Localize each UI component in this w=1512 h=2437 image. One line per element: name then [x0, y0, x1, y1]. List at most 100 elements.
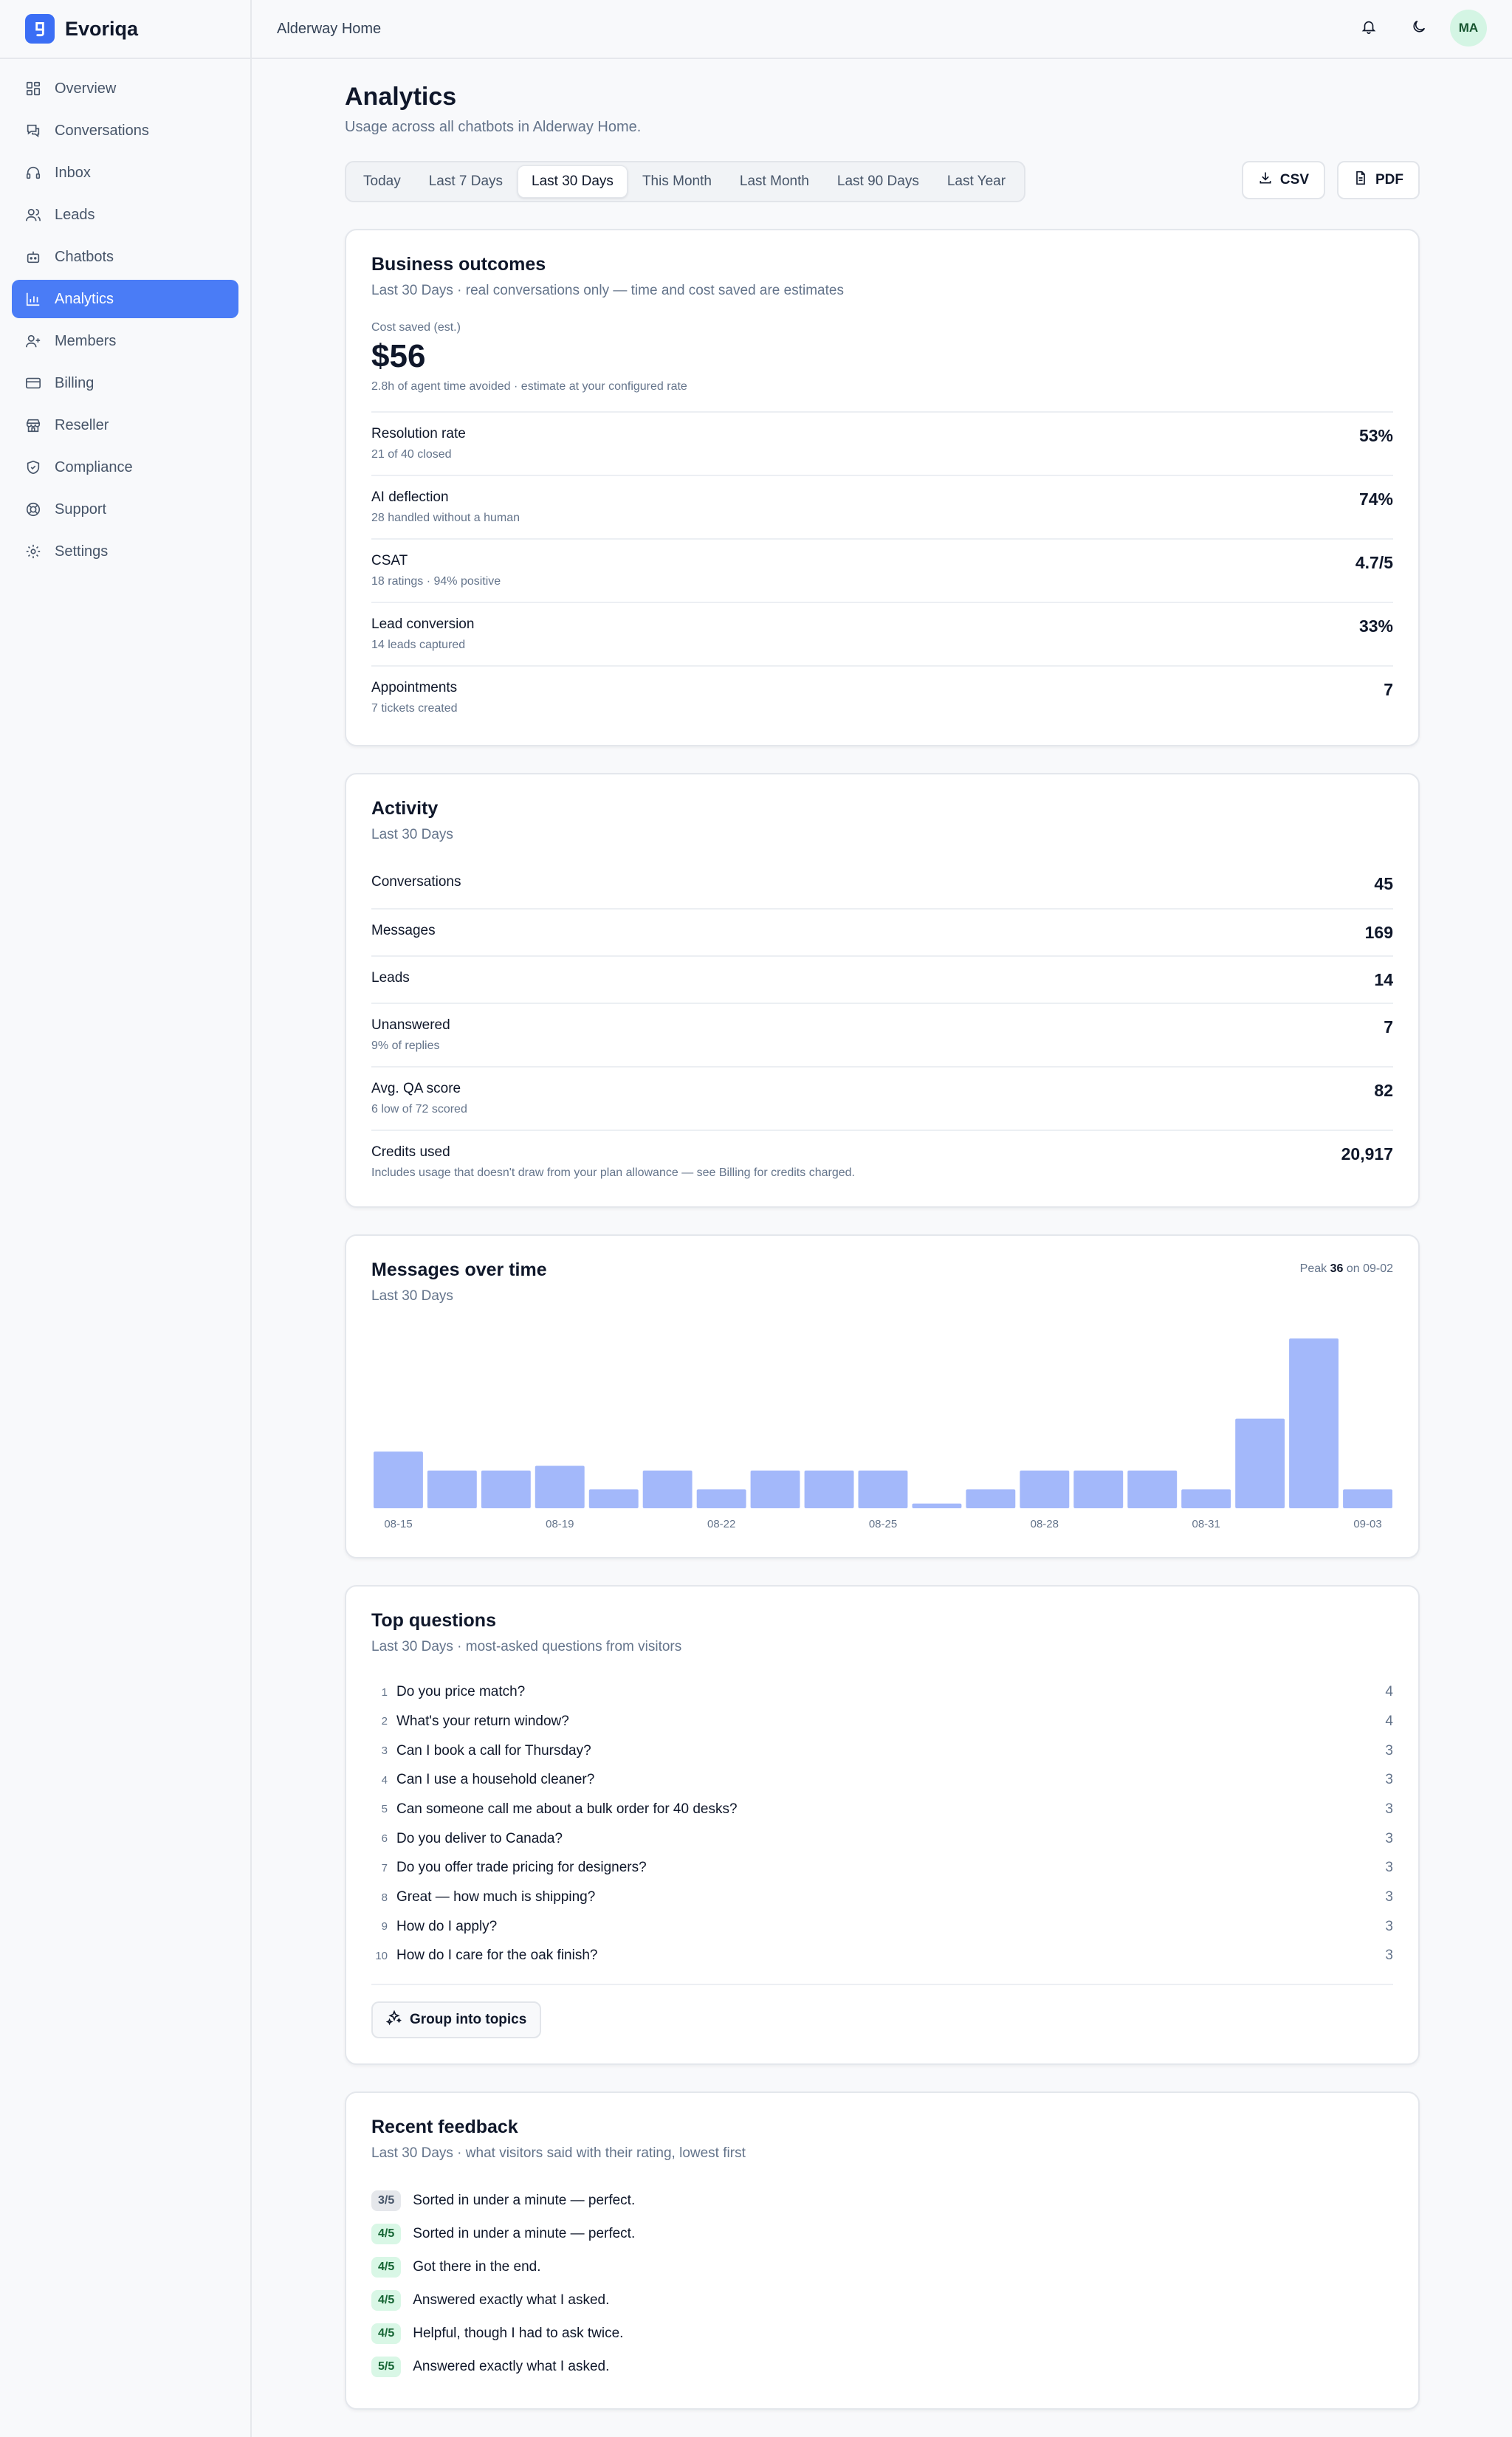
list-item[interactable]: 8 Great — how much is shipping? 3: [371, 1883, 1393, 1912]
chart-bar[interactable]: [804, 1471, 854, 1509]
tab-last-month[interactable]: Last Month: [726, 165, 822, 198]
sidebar-item-settings[interactable]: Settings: [12, 532, 238, 571]
question-text: Can I book a call for Thursday?: [396, 1742, 591, 1759]
question-rank: 6: [381, 1832, 388, 1846]
list-item[interactable]: 5 Can someone call me about a bulk order …: [371, 1795, 1393, 1824]
sidebar-item-reseller[interactable]: Reseller: [12, 406, 238, 444]
chart-bar[interactable]: [1343, 1489, 1392, 1509]
metric-value: 33%: [1358, 616, 1393, 636]
rating-badge: 4/5: [371, 2323, 402, 2344]
chart-bar[interactable]: [1181, 1489, 1231, 1509]
metric-sub: 7 tickets created: [371, 702, 458, 715]
chart-bar[interactable]: [481, 1471, 531, 1509]
list-item[interactable]: 4/5 Helpful, though I had to ask twice.: [371, 2317, 1393, 2350]
tab-last-year[interactable]: Last Year: [934, 165, 1019, 198]
notifications-button[interactable]: [1351, 10, 1386, 46]
chart-bar[interactable]: [1289, 1338, 1339, 1509]
peak-prefix: Peak: [1299, 1262, 1327, 1276]
x-tick-label: 08-25: [869, 1518, 897, 1530]
question-rank: 10: [375, 1949, 388, 1962]
list-item[interactable]: 4 Can I use a household cleaner? 3: [371, 1765, 1393, 1795]
chart-bar[interactable]: [858, 1471, 908, 1509]
list-item[interactable]: 7 Do you offer trade pricing for designer…: [371, 1854, 1393, 1883]
tab-today[interactable]: Today: [350, 165, 414, 198]
rating-badge: 4/5: [371, 2223, 402, 2244]
list-item[interactable]: 5/5 Answered exactly what I asked.: [371, 2350, 1393, 2383]
sidebar-item-overview[interactable]: Overview: [12, 69, 238, 108]
activity-row-conversations: Conversations 45: [371, 861, 1393, 908]
theme-toggle-button[interactable]: [1401, 10, 1437, 46]
list-item[interactable]: 6 Do you deliver to Canada? 3: [371, 1824, 1393, 1854]
list-item[interactable]: 3 Can I book a call for Thursday? 3: [371, 1736, 1393, 1766]
peak-indicator: Peak 36 on 09-02: [1300, 1262, 1393, 1276]
tab-last-7-days[interactable]: Last 7 Days: [416, 165, 516, 198]
tab-last-30-days[interactable]: Last 30 Days: [518, 165, 628, 198]
sidebar-item-label: Leads: [55, 206, 95, 223]
question-count: 4: [1385, 1713, 1393, 1729]
export-pdf-button[interactable]: PDF: [1337, 161, 1420, 199]
sidebar-nav: Overview Conversations Inbox Leads Chatb…: [0, 59, 250, 585]
messages-over-time-card: Messages over time Last 30 Days Peak 36 …: [345, 1234, 1420, 1559]
sidebar-item-billing[interactable]: Billing: [12, 364, 238, 402]
activity-row-qa-score: Avg. QA score 6 low of 72 scored 82: [371, 1066, 1393, 1130]
chart-bar[interactable]: [642, 1471, 693, 1509]
sidebar-item-conversations[interactable]: Conversations: [12, 111, 238, 150]
list-item[interactable]: 4/5 Got there in the end.: [371, 2250, 1393, 2283]
questions-list: 1 Do you price match? 4 2 What's your retur…: [371, 1677, 1393, 1970]
question-rank: 9: [381, 1920, 388, 1934]
sidebar-item-support[interactable]: Support: [12, 490, 238, 529]
metric-row-lead-conversion: Lead conversion 14 leads captured 33%: [371, 602, 1393, 665]
tab-this-month[interactable]: This Month: [629, 165, 725, 198]
metric-row-resolution-rate: Resolution rate 21 of 40 closed 53%: [371, 411, 1393, 475]
question-count: 3: [1385, 1772, 1393, 1788]
feedback-text: Got there in the end.: [413, 2258, 541, 2275]
activity-row-unanswered: Unanswered 9% of replies 7: [371, 1003, 1393, 1066]
x-tick-label: 08-15: [384, 1518, 412, 1530]
list-item[interactable]: 10 How do I care for the oak finish? 3: [371, 1942, 1393, 1971]
chart-bar[interactable]: [1073, 1471, 1124, 1509]
chart-bar[interactable]: [912, 1503, 962, 1509]
chart-bar[interactable]: [1127, 1471, 1178, 1509]
chart-bar[interactable]: [1020, 1471, 1070, 1509]
sidebar-item-inbox[interactable]: Inbox: [12, 154, 238, 192]
sidebar-item-leads[interactable]: Leads: [12, 196, 238, 234]
chart-bar[interactable]: [696, 1489, 746, 1509]
sidebar-item-chatbots[interactable]: Chatbots: [12, 238, 238, 276]
export-csv-button[interactable]: CSV: [1241, 161, 1325, 199]
brand-logo-icon: [25, 14, 55, 44]
chart-bar[interactable]: [750, 1471, 800, 1509]
x-tick-label: 08-19: [546, 1518, 574, 1530]
list-item[interactable]: 4/5 Answered exactly what I asked.: [371, 2283, 1393, 2317]
question-rank: 8: [381, 1891, 388, 1904]
sidebar-item-label: Billing: [55, 374, 94, 391]
list-item[interactable]: 1 Do you price match? 4: [371, 1677, 1393, 1707]
sidebar-item-members[interactable]: Members: [12, 322, 238, 360]
metric-sub: 6 low of 72 scored: [371, 1103, 467, 1116]
list-item[interactable]: 3/5 Sorted in under a minute — perfect.: [371, 2184, 1393, 2217]
main-content: Analytics Usage across all chatbots in A…: [345, 83, 1420, 2410]
brand[interactable]: Evoriqa: [0, 0, 250, 59]
tab-last-90-days[interactable]: Last 90 Days: [824, 165, 932, 198]
list-item[interactable]: 9 How do I apply? 3: [371, 1912, 1393, 1942]
metric-sub: 21 of 40 closed: [371, 448, 452, 461]
chart-bar[interactable]: [535, 1465, 585, 1509]
workspace-name[interactable]: Alderway Home: [277, 21, 381, 38]
metric-label: Leads: [371, 970, 410, 986]
list-item[interactable]: 4/5 Sorted in under a minute — perfect.: [371, 2217, 1393, 2250]
sidebar-item-analytics[interactable]: Analytics: [12, 280, 238, 318]
question-rank: 5: [381, 1803, 388, 1816]
chart-bar[interactable]: [1235, 1418, 1285, 1509]
group-into-topics-button[interactable]: Group into topics: [371, 2001, 542, 2039]
question-count: 3: [1385, 1801, 1393, 1817]
sidebar-item-compliance[interactable]: Compliance: [12, 448, 238, 487]
chart-bar[interactable]: [427, 1471, 477, 1509]
list-item[interactable]: 2 What's your return window? 4: [371, 1707, 1393, 1736]
chart-bar[interactable]: [966, 1489, 1016, 1509]
activity-row-credits-used: Credits used Includes usage that doesn't…: [371, 1130, 1393, 1181]
chart-bar[interactable]: [588, 1489, 639, 1509]
metric-row-csat: CSAT 18 ratings · 94% positive 4.7/5: [371, 538, 1393, 602]
avatar[interactable]: MA: [1450, 10, 1487, 47]
metric-label: Lead conversion: [371, 616, 475, 633]
metric-value: 7: [1384, 680, 1393, 700]
chart-bar[interactable]: [374, 1451, 423, 1509]
